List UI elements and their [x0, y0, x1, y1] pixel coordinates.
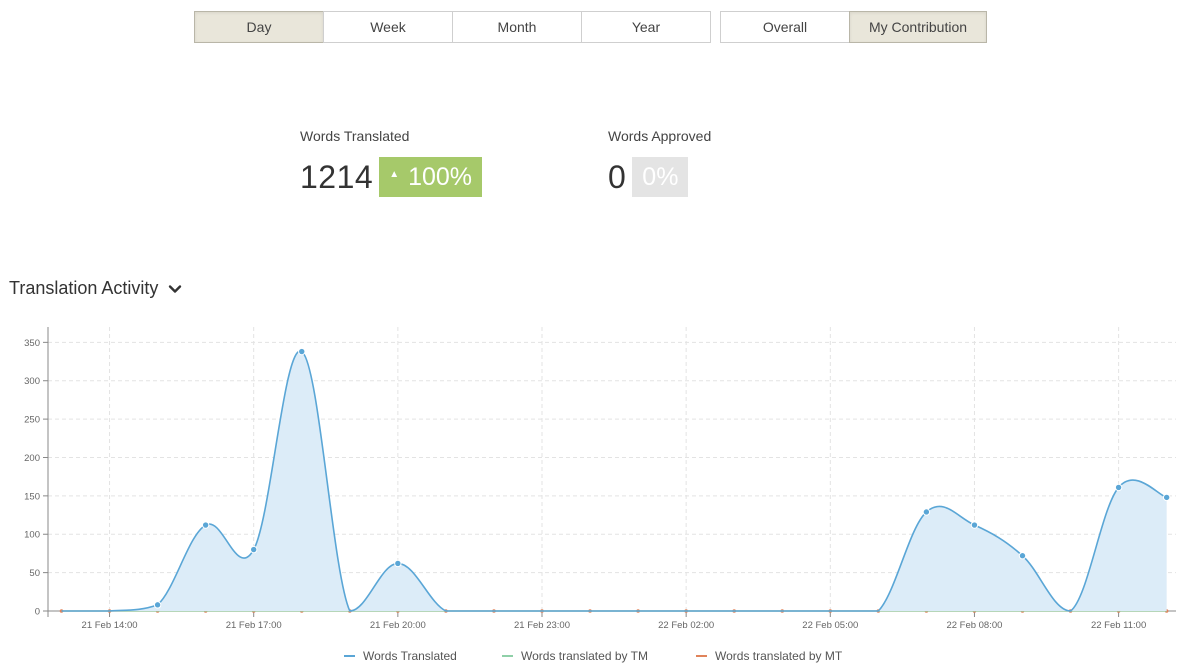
legend-swatch	[344, 655, 355, 657]
x-tick-label: 22 Feb 05:00	[802, 620, 858, 631]
month-button[interactable]: Month	[452, 11, 582, 43]
words-approved-change: 0%	[642, 162, 679, 191]
data-point	[394, 559, 402, 568]
week-button[interactable]: Week	[323, 11, 453, 43]
legend-item-words-translated[interactable]: Words Translated	[344, 649, 457, 663]
scope-selector: Overall My Contribution	[720, 11, 987, 43]
x-tick-label: 21 Feb 23:00	[514, 620, 570, 631]
y-tick-label: 300	[24, 376, 40, 387]
legend-swatch	[502, 655, 513, 657]
year-button[interactable]: Year	[581, 11, 711, 43]
x-tick-label: 21 Feb 14:00	[82, 620, 138, 631]
words-translated-change-badge: ▲ 100%	[379, 157, 483, 197]
words-translated-change: 100%	[408, 162, 473, 191]
legend-label: Words translated by MT	[715, 649, 843, 663]
data-point	[970, 521, 979, 529]
chevron-down-icon	[169, 284, 182, 293]
x-tick-label: 22 Feb 08:00	[946, 620, 1002, 631]
data-point	[1162, 493, 1171, 502]
overall-button[interactable]: Overall	[720, 11, 850, 43]
data-point	[1018, 552, 1027, 560]
words-approved-stat: Words Approved 0 0%	[608, 128, 711, 197]
y-tick-label: 0	[35, 607, 40, 618]
legend-label: Words Translated	[363, 649, 457, 663]
my-contribution-button[interactable]: My Contribution	[849, 11, 987, 43]
y-tick-label: 200	[24, 453, 40, 464]
translation-activity-chart: 0 50 100 150 200 250 300 350 21 Feb 14:00 21 Feb …	[24, 327, 1176, 631]
words-approved-change-badge: 0%	[632, 157, 689, 197]
section-title: Translation Activity	[9, 278, 159, 298]
data-point	[298, 347, 306, 356]
y-tick-label: 350	[24, 338, 40, 349]
x-tick-label: 22 Feb 02:00	[658, 620, 714, 631]
words-translated-label: Words Translated	[300, 128, 410, 144]
x-tick-label: 21 Feb 20:00	[370, 620, 426, 631]
y-tick-label: 250	[24, 415, 40, 426]
translation-activity-toggle[interactable]: Translation Activity	[9, 278, 182, 299]
period-selector: Day Week Month Year	[194, 11, 711, 43]
x-tick-label: 21 Feb 17:00	[226, 620, 282, 631]
triangle-up-icon: ▲	[389, 168, 400, 180]
legend-item-mt[interactable]: Words translated by MT	[696, 649, 842, 663]
day-button[interactable]: Day	[194, 11, 324, 43]
y-tick-label: 150	[24, 491, 40, 502]
area-words-translated	[61, 351, 1167, 611]
data-point	[201, 521, 210, 529]
words-translated-stat: Words Translated 1214 ▲ 100%	[300, 128, 483, 197]
legend-item-tm[interactable]: Words translated by TM	[502, 649, 648, 663]
data-point	[153, 601, 162, 609]
legend-label: Words translated by TM	[521, 649, 648, 663]
y-tick-label: 100	[24, 530, 40, 541]
data-point	[250, 545, 258, 554]
words-translated-value: 1214	[300, 159, 374, 195]
words-approved-value: 0	[608, 159, 627, 195]
data-point	[922, 508, 931, 516]
x-tick-label: 22 Feb 11:00	[1091, 620, 1146, 631]
words-approved-label: Words Approved	[608, 128, 712, 144]
y-tick-label: 50	[29, 568, 40, 579]
data-point	[1114, 483, 1123, 492]
legend-swatch	[696, 655, 707, 657]
